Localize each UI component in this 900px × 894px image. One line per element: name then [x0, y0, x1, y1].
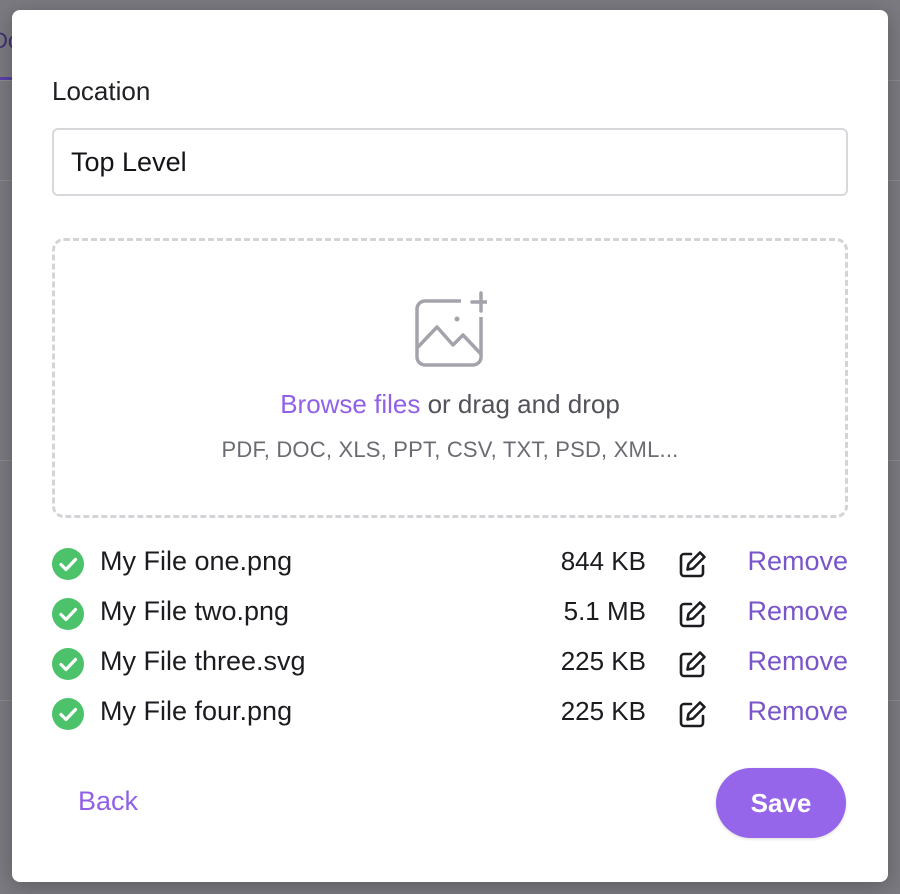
file-row: My File one.png 844 KB Remove: [52, 540, 848, 590]
file-row: My File three.svg 225 KB Remove: [52, 640, 848, 690]
file-size: 844 KB: [560, 546, 646, 576]
file-name: My File three.svg: [100, 646, 306, 676]
remove-file-button[interactable]: Remove: [747, 546, 848, 577]
uploaded-file-list: My File one.png 844 KB Remove My File tw…: [52, 540, 848, 740]
file-name: My File four.png: [100, 696, 293, 726]
browse-files-link[interactable]: Browse files: [280, 389, 420, 419]
edit-icon[interactable]: [678, 599, 708, 629]
file-row: My File two.png 5.1 MB Remove: [52, 590, 848, 640]
location-input[interactable]: [52, 128, 848, 196]
image-add-icon: [415, 291, 487, 367]
remove-file-button[interactable]: Remove: [747, 696, 848, 727]
upload-modal: Location Browse files or drag and drop P…: [12, 10, 888, 882]
drop-instructions: Browse files or drag and drop: [55, 389, 845, 420]
remove-file-button[interactable]: Remove: [747, 596, 848, 627]
file-dropzone[interactable]: Browse files or drag and drop PDF, DOC, …: [52, 238, 848, 518]
accepted-file-types: PDF, DOC, XLS, PPT, CSV, TXT, PSD, XML..…: [221, 437, 679, 462]
drag-drop-text: or drag and drop: [420, 389, 620, 419]
check-circle-icon: [52, 648, 84, 680]
back-button[interactable]: Back: [78, 786, 138, 817]
file-size: 225 KB: [560, 646, 646, 676]
file-size: 5.1 MB: [563, 596, 646, 626]
edit-icon[interactable]: [678, 649, 708, 679]
file-name: My File one.png: [100, 546, 293, 576]
check-circle-icon: [52, 598, 84, 630]
file-size: 225 KB: [560, 696, 646, 726]
edit-icon[interactable]: [678, 549, 708, 579]
location-label: Location: [52, 76, 151, 106]
remove-file-button[interactable]: Remove: [747, 646, 848, 677]
check-circle-icon: [52, 548, 84, 580]
edit-icon[interactable]: [678, 699, 708, 729]
save-button[interactable]: Save: [716, 768, 846, 838]
file-row: My File four.png 225 KB Remove: [52, 690, 848, 740]
check-circle-icon: [52, 698, 84, 730]
file-name: My File two.png: [100, 596, 290, 626]
